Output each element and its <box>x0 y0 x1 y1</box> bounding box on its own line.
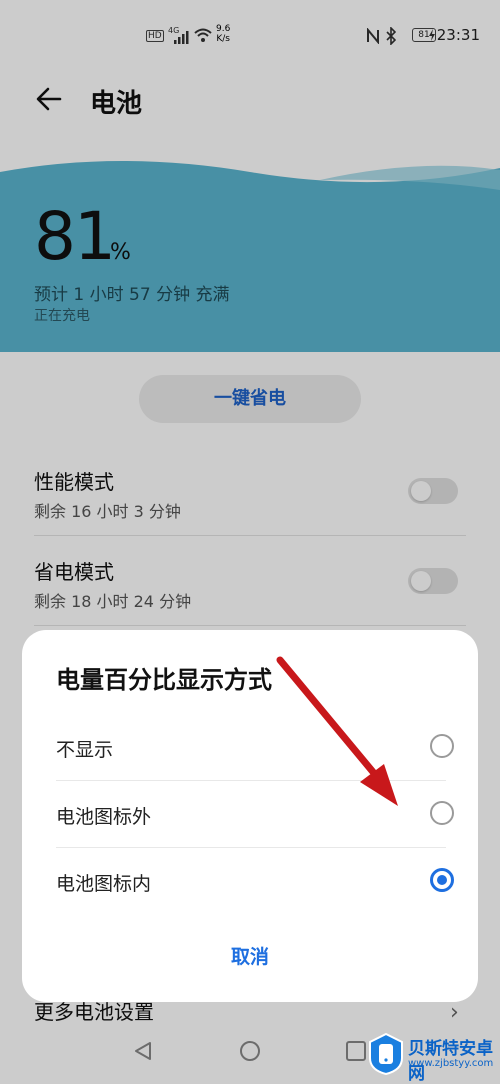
watermark-logo-icon <box>369 1032 403 1076</box>
watermark: 贝斯特安卓网 www.zjbstyy.com <box>356 1022 500 1084</box>
annotation-arrow-icon <box>276 656 398 806</box>
watermark-url: www.zjbstyy.com <box>408 1058 494 1069</box>
